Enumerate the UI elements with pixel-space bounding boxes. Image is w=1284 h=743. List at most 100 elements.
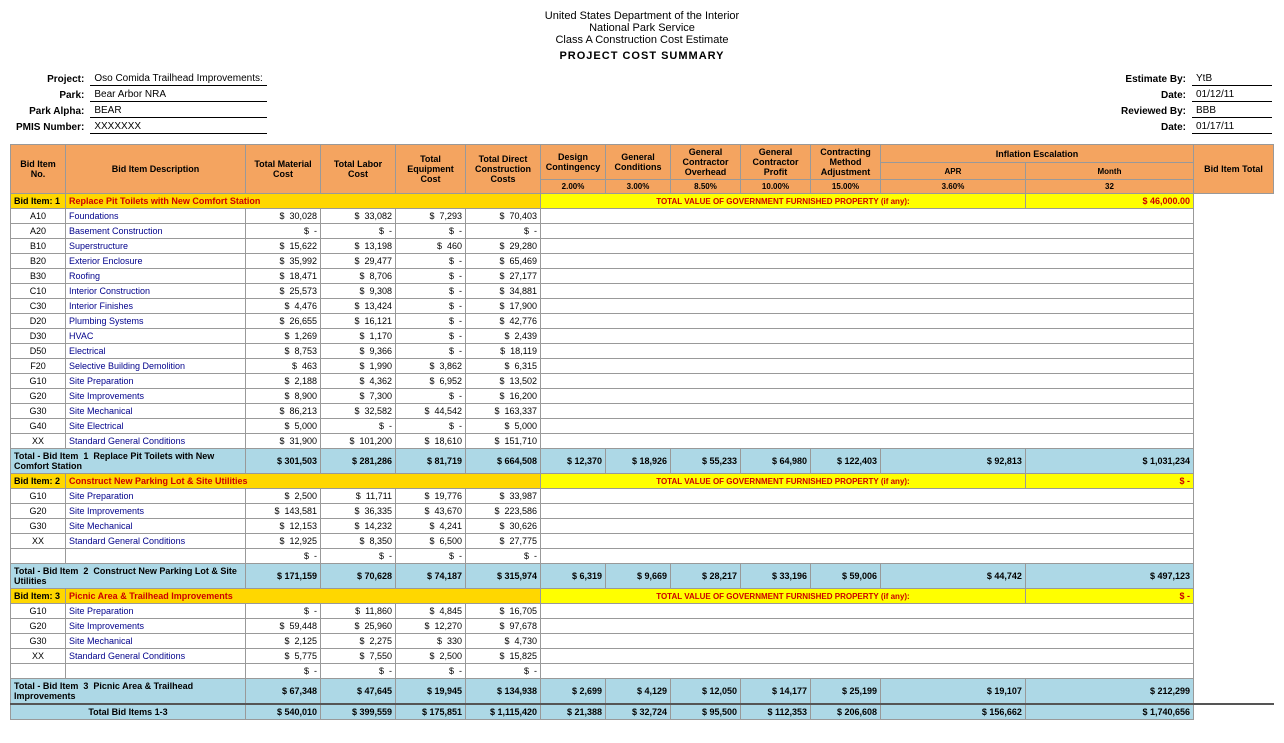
pmis-value: XXXXXXX: [90, 120, 266, 134]
table-row: G30 Site Mechanical $ 12,153 $ 14,232 $ …: [11, 519, 1274, 534]
bi3-desc: Picnic Area & Trailhead Improvements: [66, 589, 541, 604]
table-row: G10 Site Preparation $ - $ 11,860 $ 4,84…: [11, 604, 1274, 619]
bi2-gov-text: TOTAL VALUE OF GOVERNMENT FURNISHED PROP…: [541, 474, 1026, 489]
estimate-by-value: YtB: [1192, 72, 1272, 86]
col-months-val: 32: [1025, 180, 1193, 194]
bid-item-1-header: Bid Item: 1 Replace Pit Toilets with New…: [11, 194, 1274, 209]
bi2-gov-value: $ -: [1025, 474, 1193, 489]
header-line2: National Park Service: [10, 22, 1274, 34]
table-row: G20 Site Improvements $ 143,581 $ 36,335…: [11, 504, 1274, 519]
col-general-conditions: General Conditions: [606, 145, 671, 180]
meta-right: Estimate By: YtB Date: 01/12/11 Reviewed…: [1115, 70, 1274, 136]
lab-cell: $ 33,082: [321, 209, 396, 224]
table-row: G30 Site Mechanical $ 86,213 $ 32,582 $ …: [11, 404, 1274, 419]
alpha-label: Park Alpha:: [12, 104, 88, 118]
table-row: G10 Site Preparation $ 2,188 $ 4,362 $ 6…: [11, 374, 1274, 389]
bi3-label: Bid Item: 3: [11, 589, 66, 604]
bi1-total-tot: $ 1,031,234: [1025, 449, 1193, 474]
table-row: B20 Exterior Enclosure $ 35,992 $ 29,477…: [11, 254, 1274, 269]
bi1-total-gen: $ 18,926: [606, 449, 671, 474]
bi2-label: Bid Item: 2: [11, 474, 66, 489]
bi1-total-eq: $ 81,719: [396, 449, 466, 474]
grand-tot: $ 1,740,656: [1025, 704, 1193, 720]
grand-eq: $ 175,851: [396, 704, 466, 720]
bid-item-2-total: Total - Bid Item 2 Construct New Parking…: [11, 564, 1274, 589]
bi2-desc: Construct New Parking Lot & Site Utiliti…: [66, 474, 541, 489]
park-value: Bear Arbor NRA: [90, 88, 266, 102]
col-month: Month: [1025, 163, 1193, 180]
bi1-total-des: $ 12,370: [541, 449, 606, 474]
table-row: B30 Roofing $ 18,471 $ 8,706 $ - $ 27,17…: [11, 269, 1274, 284]
pct-contract: 15.00%: [811, 180, 881, 194]
bi3-gov-text: TOTAL VALUE OF GOVERNMENT FURNISHED PROP…: [541, 589, 1026, 604]
table-row: G10 Site Preparation $ 2,500 $ 11,711 $ …: [11, 489, 1274, 504]
bid-item-3-total: Total - Bid Item 3 Picnic Area & Trailhe…: [11, 679, 1274, 705]
bi1-gov-text: TOTAL VALUE OF GOVERNMENT FURNISHED PROP…: [541, 194, 1026, 209]
date1-value: 01/12/11: [1192, 88, 1272, 102]
date2-value: 01/17/11: [1192, 120, 1272, 134]
dc-cell: $ 70,403: [466, 209, 541, 224]
park-label: Park:: [12, 88, 88, 102]
table-row: D50 Electrical $ 8,753 $ 9,366 $ - $ 18,…: [11, 344, 1274, 359]
bi1-total-cma: $ 122,403: [811, 449, 881, 474]
col-apr-pct: 3.60%: [881, 180, 1026, 194]
table-row: XX Standard General Conditions $ 12,925 …: [11, 534, 1274, 549]
table-row: D20 Plumbing Systems $ 26,655 $ 16,121 $…: [11, 314, 1274, 329]
grand-total-label: Total Bid Items 1-3: [11, 704, 246, 720]
col-gc-overhead: General Contractor Overhead: [671, 145, 741, 180]
bi3-gov-value: $ -: [1025, 589, 1193, 604]
mat-cell: $ 30,028: [246, 209, 321, 224]
table-row: C10 Interior Construction $ 25,573 $ 9,3…: [11, 284, 1274, 299]
col-bid-item-no: Bid Item No.: [11, 145, 66, 194]
grand-inf: $ 156,662: [881, 704, 1026, 720]
col-bid-total: Bid Item Total: [1194, 145, 1274, 194]
header-line1: United States Department of the Interior: [10, 10, 1274, 22]
col-total-material: Total Material Cost: [246, 145, 321, 194]
bid-item-3-header: Bid Item: 3 Picnic Area & Trailhead Impr…: [11, 589, 1274, 604]
col-inflation: Inflation Escalation: [881, 145, 1194, 163]
code-cell: A10: [11, 209, 66, 224]
table-row: XX Standard General Conditions $ 31,900 …: [11, 434, 1274, 449]
grand-dc: $ 1,115,420: [466, 704, 541, 720]
grand-ovh: $ 95,500: [671, 704, 741, 720]
pmis-label: PMIS Number:: [12, 120, 88, 134]
grand-mat: $ 540,010: [246, 704, 321, 720]
project-value: Oso Comida Trailhead Improvements:: [90, 72, 266, 86]
grand-cma: $ 206,608: [811, 704, 881, 720]
meta-left: Project: Oso Comida Trailhead Improvemen…: [10, 70, 269, 136]
meta-section: Project: Oso Comida Trailhead Improvemen…: [10, 70, 1274, 136]
table-row: A20 Basement Construction $ - $ - $ - $ …: [11, 224, 1274, 239]
bid-item-1-total: Total - Bid Item 1 Replace Pit Toilets w…: [11, 449, 1274, 474]
alpha-value: BEAR: [90, 104, 266, 118]
header-line3: Class A Construction Cost Estimate: [10, 34, 1274, 46]
pct-gen-cond: 3.00%: [606, 180, 671, 194]
reviewed-by-label: Reviewed By:: [1117, 104, 1190, 118]
col-total-labor: Total Labor Cost: [321, 145, 396, 194]
date2-label: Date:: [1117, 120, 1190, 134]
col-apr: APR: [881, 163, 1026, 180]
bi1-total-prf: $ 64,980: [741, 449, 811, 474]
table-row: B10 Superstructure $ 15,622 $ 13,198 $ 4…: [11, 239, 1274, 254]
bi1-total-lab: $ 281,286: [321, 449, 396, 474]
bi1-total-inf: $ 92,813: [881, 449, 1026, 474]
bi1-gov-value: $ 46,000.00: [1025, 194, 1193, 209]
bi1-label: Bid Item: 1: [11, 194, 66, 209]
grand-total-row: Total Bid Items 1-3 $ 540,010 $ 399,559 …: [11, 704, 1274, 720]
grand-gen: $ 32,724: [606, 704, 671, 720]
table-row: XX Standard General Conditions $ 5,775 $…: [11, 649, 1274, 664]
bi1-total-ovh: $ 55,233: [671, 449, 741, 474]
eq-cell: $ 7,293: [396, 209, 466, 224]
table-row: G30 Site Mechanical $ 2,125 $ 2,275 $ 33…: [11, 634, 1274, 649]
grand-des: $ 21,388: [541, 704, 606, 720]
grand-prf: $ 112,353: [741, 704, 811, 720]
estimate-by-label: Estimate By:: [1117, 72, 1190, 86]
reviewed-by-value: BBB: [1192, 104, 1272, 118]
report-header: United States Department of the Interior…: [10, 10, 1274, 62]
pct-overhead: 8.50%: [671, 180, 741, 194]
col-total-direct: Total Direct Construction Costs: [466, 145, 541, 194]
table-row: $ - $ - $ - $ -: [11, 664, 1274, 679]
table-row: A10 Foundations $ 30,028 $ 33,082 $ 7,29…: [11, 209, 1274, 224]
col-bid-item-desc: Bid Item Description: [66, 145, 246, 194]
pct-profit: 10.00%: [741, 180, 811, 194]
col-design-contingency: Design Contingency: [541, 145, 606, 180]
